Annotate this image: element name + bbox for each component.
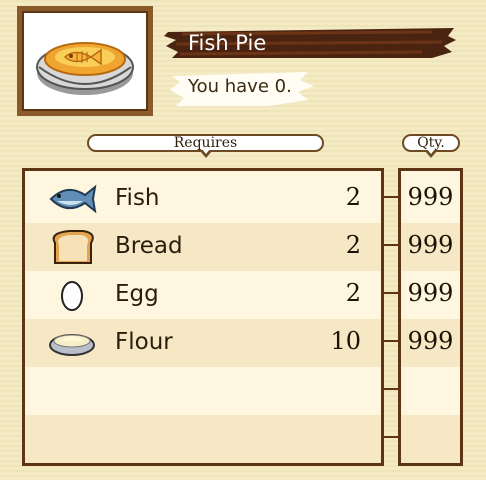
qty-row: 999 [401,223,460,271]
required-amount: 10 [330,327,361,355]
ingredients-list: Fish 2 Bread 2 Egg 2 Flour 10 [22,168,384,466]
qty-header: Qty. [402,134,460,158]
empty-qty-row [401,367,460,415]
required-amount: 2 [345,279,361,307]
qty-row: 999 [401,271,460,319]
required-amount: 2 [345,183,361,211]
flour-icon [49,334,95,356]
ingredient-name: Egg [115,281,159,307]
row-connector [384,196,398,198]
ingredient-name: Flour [115,329,173,355]
owned-count-text: You have 0. [188,76,292,97]
egg-icon [61,281,83,311]
list-item[interactable]: Flour 10 [25,319,381,367]
owned-qty: 999 [407,231,454,259]
row-connector [384,292,398,294]
qty-column: 999 999 999 999 [398,168,463,466]
ingredient-name: Fish [115,185,160,211]
item-name: Fish Pie [188,31,267,55]
empty-row [25,367,381,415]
empty-qty-row [401,415,460,463]
qty-row: 999 [401,175,460,223]
fish-pie-icon [36,42,134,95]
owned-qty: 999 [407,327,454,355]
list-item[interactable]: Egg 2 [25,271,381,319]
fish-icon [49,184,97,214]
ingredient-name: Bread [115,233,183,259]
row-connector [384,436,398,438]
empty-row [25,415,381,463]
required-amount: 2 [345,231,361,259]
qty-row: 999 [401,319,460,367]
owned-qty: 999 [407,183,454,211]
row-connector [384,244,398,246]
list-item[interactable]: Fish 2 [25,175,381,223]
bread-icon [52,230,94,264]
list-item[interactable]: Bread 2 [25,223,381,271]
item-preview-frame [17,6,153,116]
requires-header: Requires [87,134,324,158]
owned-qty: 999 [407,279,454,307]
row-connector [384,388,398,390]
row-connector [384,340,398,342]
